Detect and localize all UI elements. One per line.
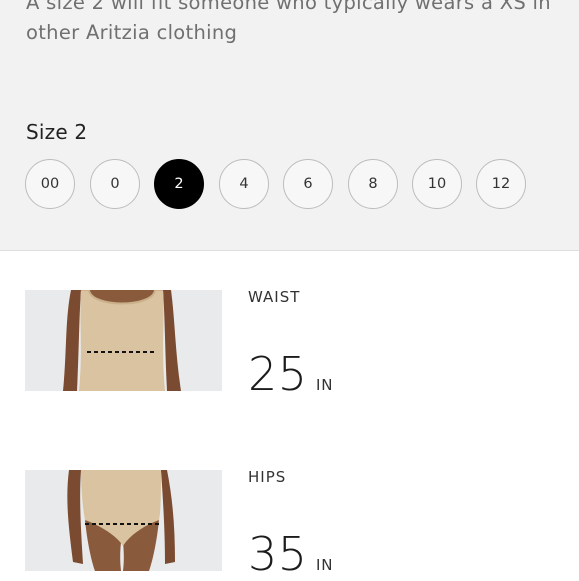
size-options: 00 0 2 4 6 8 10 12 — [25, 159, 579, 213]
size-option-8[interactable]: 8 — [348, 159, 398, 209]
waist-measurement-image — [25, 290, 222, 391]
size-option-4[interactable]: 4 — [219, 159, 269, 209]
waist-value: 25 — [248, 347, 308, 401]
waist-label: WAIST — [248, 288, 301, 306]
hips-unit: IN — [316, 556, 334, 574]
size-option-00[interactable]: 00 — [25, 159, 75, 209]
hips-measurement-image — [25, 470, 222, 571]
waist-body-illustration — [25, 290, 222, 391]
size-selector-panel: A size 2 will fit someone who typically … — [0, 0, 579, 251]
size-option-10[interactable]: 10 — [412, 159, 462, 209]
waist-unit: IN — [316, 376, 334, 394]
size-option-0[interactable]: 0 — [90, 159, 140, 209]
hips-body-illustration — [25, 470, 222, 571]
size-option-6[interactable]: 6 — [283, 159, 333, 209]
fit-description: A size 2 will fit someone who typically … — [26, 0, 551, 44]
hips-measurement-row: HIPS 35 IN — [0, 431, 579, 581]
size-option-2[interactable]: 2 — [154, 159, 204, 209]
selected-size-heading: Size 2 — [26, 120, 88, 144]
size-option-12[interactable]: 12 — [476, 159, 526, 209]
waist-measurement-row: WAIST 25 IN — [0, 251, 579, 432]
hips-value: 35 — [248, 527, 308, 581]
hips-label: HIPS — [248, 468, 287, 486]
